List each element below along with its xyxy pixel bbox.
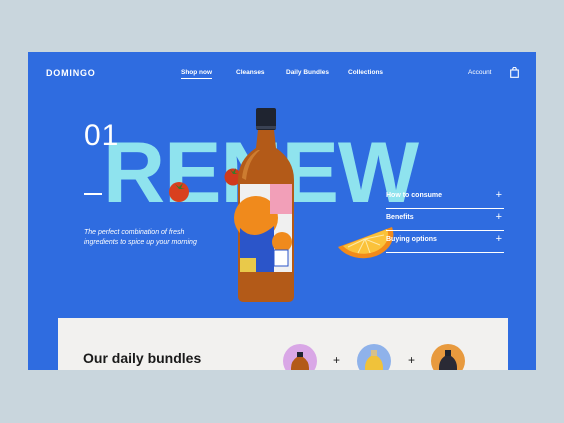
plus-icon[interactable]: + [496,233,502,245]
slide-indicator-dash [84,193,102,195]
nav-cleanses[interactable]: Cleanses [236,69,265,76]
nav-shop-now[interactable]: Shop now [181,69,213,79]
plus-icon: + [408,353,416,367]
hero-tagline: The perfect combination of fresh ingredi… [84,229,197,246]
bottle-icon [439,350,457,370]
nav-collections[interactable]: Collections [348,69,383,76]
tomato-image [169,182,189,202]
juice-bottle-image [234,108,294,302]
bundle-item[interactable] [431,344,465,370]
bottle-icon [365,350,383,370]
accordion-how-to-consume[interactable]: How to consume + [386,186,504,209]
plus-icon: + [333,353,341,367]
slide-number: 01 [84,119,120,152]
accordion-label: Buying options [386,236,437,243]
plus-icon[interactable]: + [496,189,502,201]
plus-icon[interactable]: + [496,211,502,223]
accordion-benefits[interactable]: Benefits + [386,208,504,231]
brand-logo[interactable]: DOMINGO [46,68,96,78]
accordion-label: Benefits [386,214,414,221]
bundle-item[interactable] [357,344,391,370]
bundle-item[interactable] [283,344,317,370]
accordion-buying-options[interactable]: Buying options + [386,230,504,253]
nav-account[interactable]: Account [468,69,492,76]
accordion-label: How to consume [386,192,443,199]
shopping-bag-icon[interactable] [510,67,519,78]
daily-bundles-section: Our daily bundles + + [58,318,508,370]
hero-frame: DOMINGO Shop now Cleanses Daily Bundles … [28,52,536,370]
bundles-title: Our daily bundles [83,350,202,366]
bottle-icon [291,352,309,370]
nav-daily-bundles[interactable]: Daily Bundles [286,69,329,76]
